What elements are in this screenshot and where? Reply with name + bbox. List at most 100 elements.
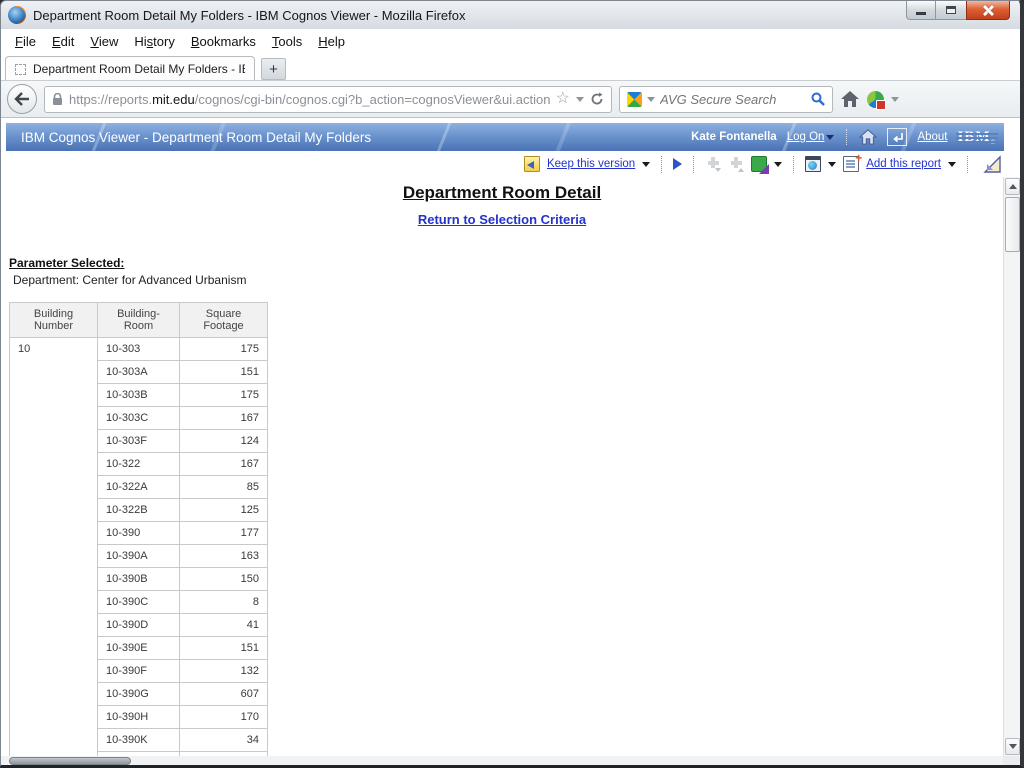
building-room-cell: 10-303: [97, 337, 180, 361]
building-room-cell: 10-322A: [97, 475, 180, 499]
search-bar[interactable]: [619, 85, 833, 113]
address-bar[interactable]: https://reports.mit.edu/cognos/cgi-bin/c…: [44, 85, 612, 113]
url-scheme-host: https://reports.: [69, 91, 153, 107]
menu-bookmarks[interactable]: Bookmarks: [183, 30, 264, 53]
tab-department-room-detail[interactable]: Department Room Detail My Folders - IB..…: [5, 56, 255, 81]
table-header-row: Building Number Building-Room Square Foo…: [9, 302, 268, 338]
square-footage-cell: 167: [179, 406, 268, 430]
vertical-scrollbar-thumb[interactable]: [1005, 197, 1020, 252]
scrollbar-corner: [1003, 756, 1020, 765]
log-on-caret-icon: [826, 134, 835, 140]
title-bar[interactable]: Department Room Detail My Folders - IBM …: [1, 1, 1020, 29]
building-room-cell: 10-390C: [97, 590, 180, 614]
home-button[interactable]: [840, 90, 860, 108]
menu-history[interactable]: History: [126, 30, 182, 53]
building-number-cell: 10: [9, 337, 98, 756]
about-link[interactable]: About: [917, 131, 947, 143]
favicon-placeholder-icon: [15, 63, 26, 75]
bookmark-star-icon[interactable]: ☆: [556, 91, 570, 107]
building-room-cell: 10-390K: [97, 728, 180, 752]
square-footage-cell: 177: [179, 521, 268, 545]
keep-version-icon[interactable]: [523, 156, 540, 172]
square-footage-cell: 150: [179, 567, 268, 591]
square-footage-cell: 41: [179, 613, 268, 637]
scroll-down-icon: [1008, 744, 1017, 749]
minimize-button[interactable]: [906, 1, 936, 20]
report-title: Department Room Detail: [402, 183, 602, 202]
toolbar-overflow-icon[interactable]: [891, 96, 899, 102]
square-footage-cell: 124: [179, 429, 268, 453]
drill-down-icon: [705, 156, 722, 172]
horizontal-scrollbar-thumb[interactable]: [9, 757, 131, 765]
report-table: Building Number Building-Room Square Foo…: [9, 302, 268, 756]
reload-icon[interactable]: [590, 92, 604, 106]
search-engine-dropdown-icon[interactable]: [647, 96, 655, 102]
building-room-cell: 10-390D: [97, 613, 180, 637]
go-to-related-links-icon[interactable]: [751, 156, 770, 174]
run-report-icon[interactable]: [673, 158, 683, 170]
lock-icon: [53, 92, 62, 105]
back-arrow-icon: [14, 92, 29, 106]
header-square-footage: Square Footage: [179, 302, 268, 338]
search-input[interactable]: [660, 91, 806, 107]
ibm-logo: IBM ®: [955, 129, 998, 146]
square-footage-cell: 8: [179, 590, 268, 614]
close-button[interactable]: [966, 1, 1010, 20]
go-to-caret-icon[interactable]: [774, 161, 783, 167]
tab-strip: Department Room Detail My Folders - IB..…: [1, 54, 1020, 81]
vertical-scrollbar[interactable]: [1003, 177, 1020, 756]
cognos-toolbar: Keep this version Add this report: [6, 151, 1004, 177]
add-report-caret-icon[interactable]: [948, 161, 956, 167]
toolbar-separator: [793, 155, 795, 173]
log-on-menu[interactable]: Log On: [787, 131, 835, 143]
keep-version-link[interactable]: Keep this version: [547, 158, 635, 170]
building-room-cell: 10-390A: [97, 544, 180, 568]
header-building-room: Building-Room: [97, 302, 180, 338]
toolbar-separator: [661, 155, 663, 173]
window-controls: [906, 1, 1010, 20]
log-on-link[interactable]: Log On: [787, 131, 825, 143]
menu-tools[interactable]: Tools: [264, 30, 310, 53]
square-footage-cell: 175: [179, 383, 268, 407]
building-room-cell: 10-322: [97, 452, 180, 476]
add-report-link[interactable]: Add this report: [866, 158, 941, 170]
view-format-icon[interactable]: [805, 156, 822, 172]
scroll-down-button[interactable]: [1005, 738, 1020, 755]
firefox-icon: [8, 6, 26, 24]
url-domain: mit.edu: [152, 91, 195, 107]
add-report-icon[interactable]: [843, 151, 862, 172]
menu-edit[interactable]: Edit: [44, 30, 82, 53]
return-to-selection-link[interactable]: Return to Selection Criteria: [418, 212, 586, 227]
building-room-cell: 10-390F: [97, 659, 180, 683]
window-title: Department Room Detail My Folders - IBM …: [33, 8, 466, 23]
view-format-caret-icon[interactable]: [828, 161, 837, 167]
cognos-header-actions: Kate Fontanella Log On About IBM ®: [691, 128, 998, 146]
url-actions: ☆: [556, 91, 604, 107]
extension-icon[interactable]: [867, 90, 886, 110]
return-arrow-icon: [893, 133, 903, 143]
maximize-button[interactable]: [936, 1, 966, 20]
scroll-up-button[interactable]: [1005, 178, 1020, 195]
url-dropdown-icon[interactable]: [576, 96, 584, 102]
ibm-stripe: [955, 140, 998, 143]
square-footage-cell: 34: [179, 728, 268, 752]
square-footage-cell: 151: [179, 636, 268, 660]
horizontal-scrollbar[interactable]: [1, 756, 1003, 765]
keep-version-caret-icon[interactable]: [642, 161, 651, 167]
search-icon[interactable]: [811, 92, 825, 106]
menu-view[interactable]: View: [82, 30, 126, 53]
return-icon[interactable]: [887, 128, 908, 146]
building-room-cell: 10-390G: [97, 682, 180, 706]
ibm-stripe: [955, 132, 998, 135]
cognos-home-icon[interactable]: [859, 129, 878, 145]
cognos-header: IBM Cognos Viewer - Department Room Deta…: [6, 123, 1004, 151]
menu-file[interactable]: File: [7, 30, 44, 53]
menu-help[interactable]: Help: [310, 30, 353, 53]
url-text: https://reports.mit.edu/cognos/cgi-bin/c…: [69, 92, 550, 107]
building-room-cell: 10-390B: [97, 567, 180, 591]
drill-down-arrow-icon: [715, 168, 722, 172]
scroll-up-icon: [1008, 184, 1017, 189]
cognos-logo-icon: [983, 154, 1001, 173]
new-tab-button[interactable]: +: [261, 58, 286, 80]
back-button[interactable]: [7, 84, 37, 114]
